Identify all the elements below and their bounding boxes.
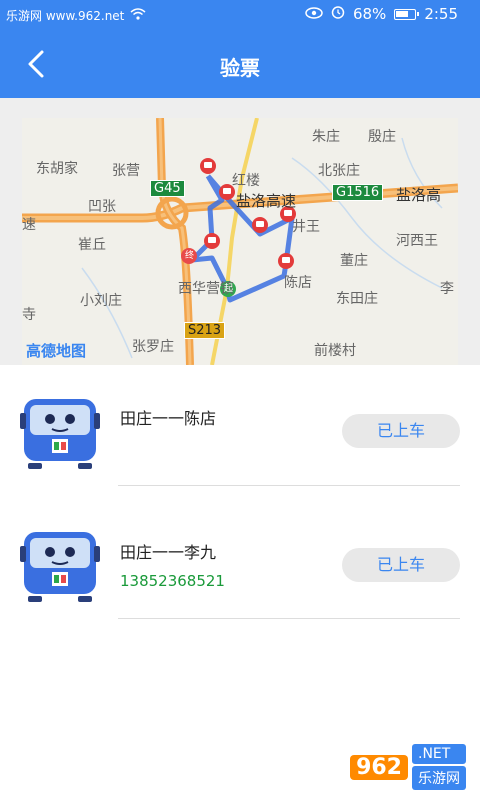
map-label: 朱庄 bbox=[312, 129, 340, 145]
wifi-icon bbox=[130, 6, 146, 24]
eye-icon bbox=[305, 5, 323, 23]
boarded-button[interactable]: 已上车 bbox=[342, 548, 460, 582]
status-watermark: 乐游网 www.962.net bbox=[6, 8, 125, 23]
page-title: 验票 bbox=[220, 56, 260, 80]
highway-label: 盐洛高速 bbox=[236, 192, 297, 210]
ticket-row: 田庄一一李九 13852368521 已上车 bbox=[0, 498, 480, 631]
boarded-button[interactable]: 已上车 bbox=[342, 414, 460, 448]
map-label: 李 bbox=[440, 281, 454, 297]
watermark-suffix: .NET bbox=[412, 744, 466, 764]
ticket-row: 田庄一一陈店 已上车 bbox=[0, 365, 480, 498]
map-label: 红楼 bbox=[232, 173, 260, 189]
status-right: 68% 2:55 bbox=[305, 5, 458, 23]
map-label: 张罗庄 bbox=[132, 339, 174, 355]
map-label: 董庄 bbox=[340, 253, 368, 269]
alarm-icon bbox=[331, 5, 345, 23]
map-label: 张营 bbox=[112, 163, 140, 179]
battery-percent: 68% bbox=[352, 5, 387, 23]
route-text: 田庄一一李九 bbox=[120, 543, 217, 562]
watermark-text: 乐游网 bbox=[412, 766, 466, 790]
map-label: 北张庄 bbox=[318, 163, 360, 179]
map-label: 陈店 bbox=[284, 275, 312, 291]
phone-number: 13852368521 bbox=[120, 572, 225, 590]
title-bar: 验票 bbox=[0, 30, 480, 98]
map-label: 井王 bbox=[292, 219, 320, 235]
status-left: 乐游网 www.962.net bbox=[6, 6, 146, 24]
status-bar: 乐游网 www.962.net 68% 2:55 bbox=[0, 0, 480, 30]
map-label: 殷庄 bbox=[368, 129, 396, 145]
map-logo: 高德地图 bbox=[26, 342, 87, 360]
map-label: 崔丘 bbox=[78, 237, 106, 253]
map-label: 寺 bbox=[22, 307, 36, 323]
battery-icon bbox=[394, 8, 420, 20]
ticket-list: 田庄一一陈店 已上车 田庄一一李九 13852368521 已上车 bbox=[0, 365, 480, 631]
site-watermark: 962 .NET 乐游网 bbox=[350, 744, 466, 790]
road-shield-g45: G45 bbox=[150, 180, 185, 197]
map-label: 凹张 bbox=[88, 199, 116, 215]
watermark-brand: 962 bbox=[350, 754, 408, 780]
bus-avatar-icon bbox=[20, 528, 100, 602]
map-label: 东胡家 bbox=[36, 161, 78, 177]
map-label: 前楼村 bbox=[314, 343, 356, 359]
divider bbox=[118, 618, 460, 619]
road-shield-s213: S213 bbox=[184, 322, 226, 339]
road-shield-g1516: G1516 bbox=[332, 184, 384, 201]
clock: 2:55 bbox=[424, 5, 458, 23]
divider bbox=[118, 485, 460, 486]
map-label: 速 bbox=[22, 217, 36, 233]
bus-avatar-icon bbox=[20, 395, 100, 469]
end-marker-label: 终 bbox=[185, 251, 195, 261]
map-label: 河西王 bbox=[396, 233, 438, 249]
map-label: 东田庄 bbox=[336, 291, 378, 307]
start-marker-label: 起 bbox=[224, 284, 234, 294]
map-label: 小刘庄 bbox=[80, 293, 122, 309]
highway-label-right: 盐洛高 bbox=[396, 186, 442, 204]
map-container: 朱庄 殷庄 东胡家 张营 北张庄 凹张 红楼 井王 河西王 崔丘 董庄 西华营镇… bbox=[0, 98, 480, 365]
route-text: 田庄一一陈店 bbox=[120, 409, 217, 428]
route-map[interactable]: 朱庄 殷庄 东胡家 张营 北张庄 凹张 红楼 井王 河西王 崔丘 董庄 西华营镇… bbox=[22, 118, 458, 365]
